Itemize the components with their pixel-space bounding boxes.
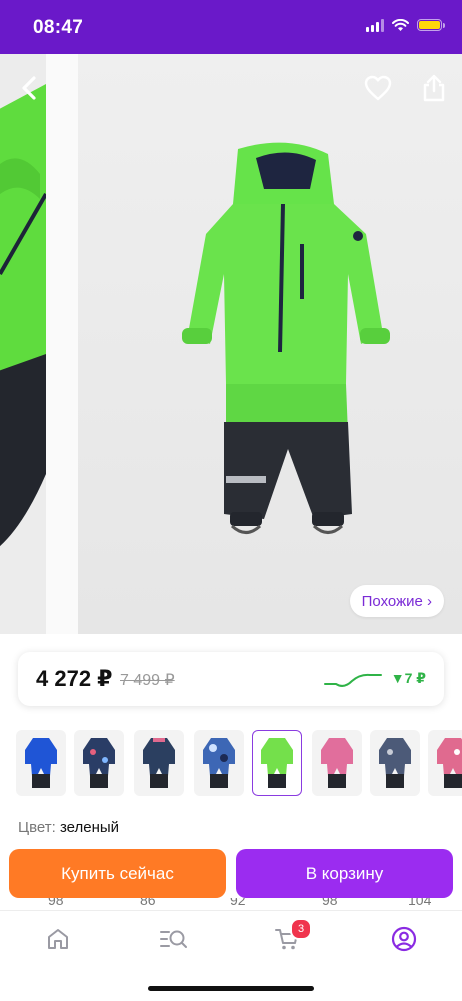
old-price: 7 499 ₽ [120,672,175,689]
product-image[interactable] [78,54,462,634]
favorite-button[interactable] [362,72,394,104]
variant-thumbnail[interactable] [194,730,244,796]
cart-badge: 3 [290,918,312,940]
product-gallery[interactable]: Похожие › [0,54,462,634]
size-value: 98 [322,898,338,908]
price-card[interactable]: 4 272 ₽ 7 499 ₽ ▼7 ₽ [18,652,444,706]
cellular-signal-icon [366,18,384,32]
share-icon [423,74,445,102]
variant-thumbnail-selected[interactable] [252,730,302,796]
color-selection-label: Цвет: зеленый [18,819,119,836]
add-to-cart-button[interactable]: В корзину [236,849,453,898]
size-row-peek: 98 86 92 98 104 [0,898,462,910]
image-divider [46,54,78,634]
size-value: 86 [140,898,156,908]
variant-thumbnail[interactable] [370,730,420,796]
variant-thumbnail[interactable] [74,730,124,796]
profile-icon [391,926,417,952]
similar-products-button[interactable]: Похожие › [349,585,444,617]
previous-image-peek [0,54,48,634]
status-bar: 08:47 [0,0,462,54]
variant-thumbnail[interactable] [16,730,66,796]
share-button[interactable] [418,72,450,104]
wifi-icon [392,18,409,31]
chevron-left-icon [22,76,36,100]
home-indicator [148,986,314,991]
back-button[interactable] [12,72,44,104]
size-value: 104 [408,898,432,908]
tab-home[interactable] [43,925,73,953]
status-time: 08:47 [33,17,84,38]
buy-now-button[interactable]: Купить сейчас [9,849,226,898]
heart-icon [364,75,392,101]
current-price: 4 272 ₽ [36,666,113,691]
variant-thumbnail[interactable] [428,730,462,796]
price-history-graph [324,673,382,687]
home-icon [48,929,68,949]
catalog-search-icon [160,930,187,948]
green-snowsuit-illustration [182,142,390,534]
variant-thumbnail[interactable] [312,730,362,796]
selected-color-name: зеленый [59,819,120,836]
size-value: 98 [48,898,64,908]
size-value: 92 [230,898,246,908]
variant-thumbnail[interactable] [134,730,184,796]
color-label-prefix: Цвет: [18,819,56,836]
tab-profile[interactable] [389,925,419,953]
status-icons [366,18,445,32]
price-drop-indicator: ▼7 ₽ [390,670,426,686]
tab-catalog[interactable] [158,925,190,953]
battery-icon [417,19,445,31]
color-variants [0,730,462,800]
